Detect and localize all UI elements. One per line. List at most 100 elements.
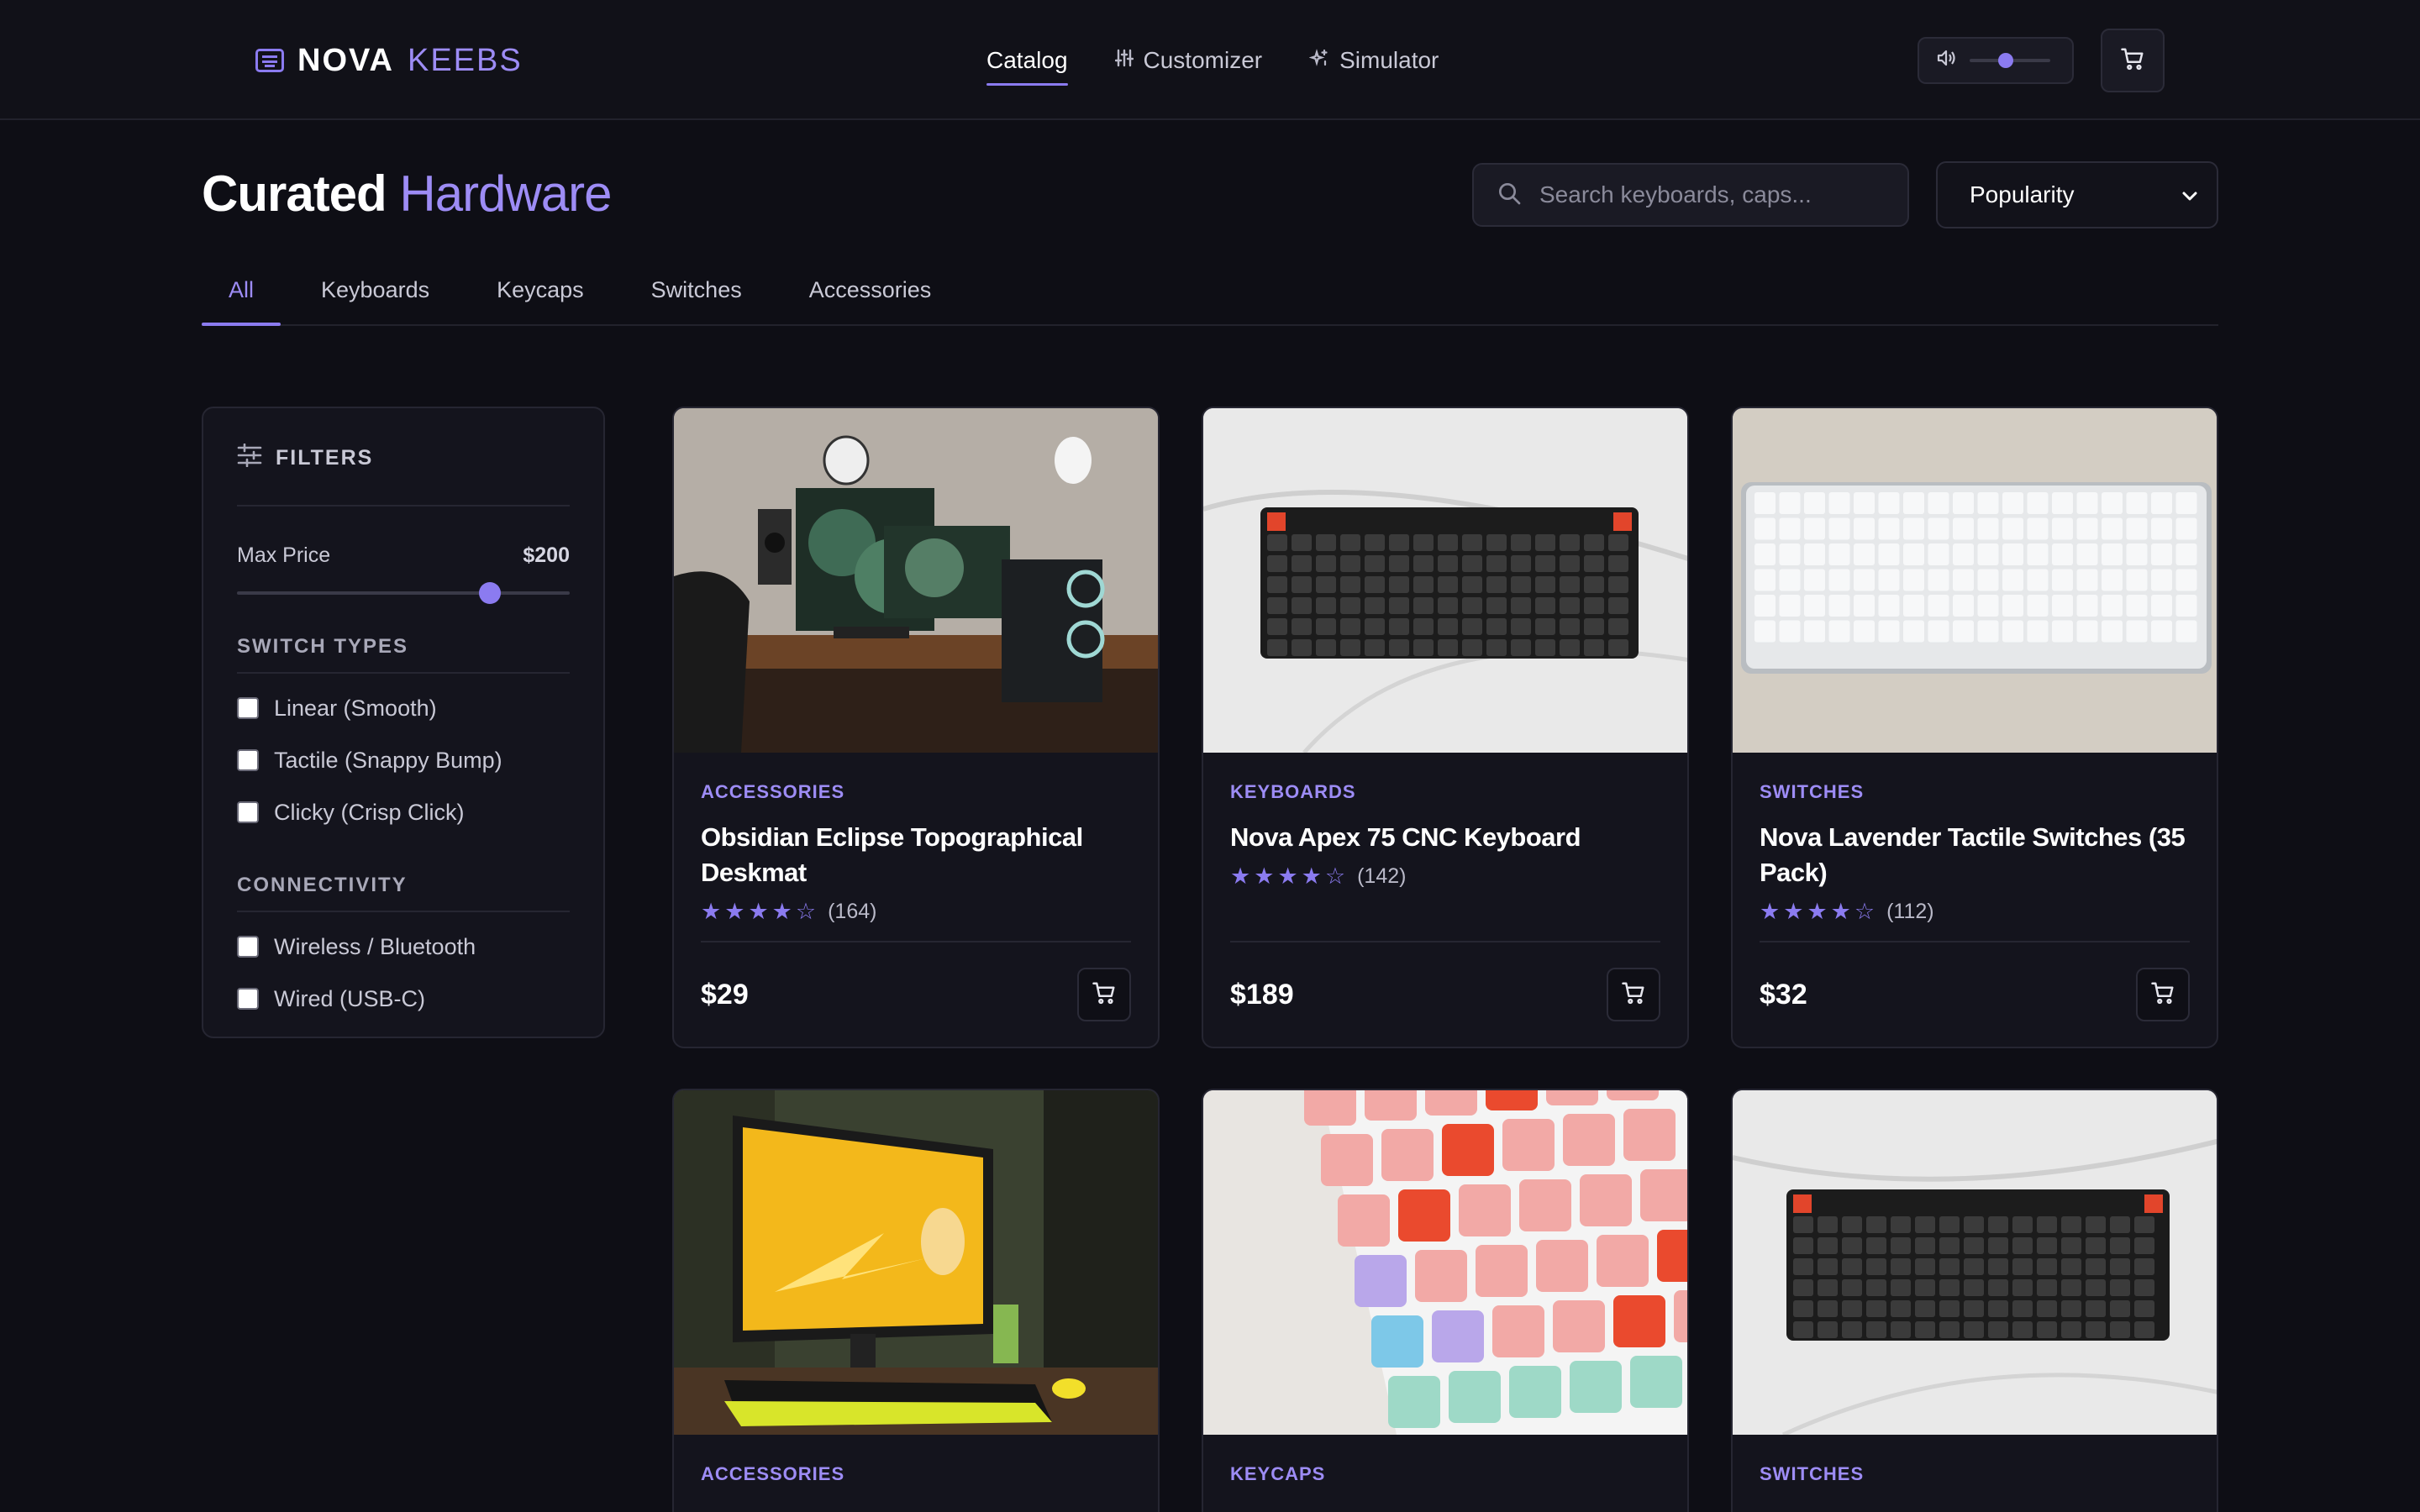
keycap-shape bbox=[2037, 1258, 2057, 1275]
keycap-shape bbox=[1818, 1258, 1838, 1275]
keycap-shape bbox=[1854, 517, 1875, 540]
product-image[interactable] bbox=[1203, 1090, 1687, 1435]
keycap-shape bbox=[1964, 1216, 1984, 1233]
checkbox[interactable] bbox=[237, 801, 259, 823]
nav-customizer-label: Customizer bbox=[1143, 47, 1263, 73]
filter-wired[interactable]: Wired (USB-C) bbox=[237, 973, 570, 1025]
keycap-shape bbox=[1878, 595, 1900, 617]
cart-button[interactable] bbox=[2101, 29, 2165, 92]
keycap-shape bbox=[1560, 534, 1580, 551]
nav-simulator[interactable]: Simulator bbox=[1308, 40, 1439, 81]
max-price-slider-thumb[interactable] bbox=[478, 582, 501, 604]
main-nav: Catalog Customizer Simulator bbox=[986, 40, 1439, 86]
keycap-shape bbox=[1486, 618, 1507, 635]
tab-all[interactable]: All bbox=[202, 267, 281, 326]
keycap-shape bbox=[1953, 517, 1974, 540]
keycap-shape bbox=[1340, 597, 1360, 614]
keycap-shape bbox=[2175, 569, 2197, 591]
brand-logo[interactable]: NOVA KEEBS bbox=[255, 40, 523, 81]
keycap-shape bbox=[1818, 1279, 1838, 1296]
keycap-shape bbox=[1365, 639, 1385, 656]
keycap-shape bbox=[1584, 639, 1604, 656]
nav-catalog[interactable]: Catalog bbox=[986, 40, 1068, 86]
product-card[interactable]: ACCESSORIES Obsidian Eclipse Topographic… bbox=[672, 407, 1160, 1048]
keycap-shape bbox=[1964, 1258, 1984, 1275]
search-box[interactable] bbox=[1472, 163, 1909, 227]
product-image[interactable] bbox=[1733, 1090, 2217, 1435]
product-image[interactable] bbox=[674, 1090, 1158, 1435]
keycap-shape bbox=[2002, 517, 2023, 540]
product-card[interactable]: ACCESSORIES bbox=[672, 1089, 1160, 1512]
product-footer: $32 bbox=[1760, 941, 2190, 1047]
checkbox[interactable] bbox=[237, 749, 259, 771]
keycap-shape bbox=[2175, 595, 2197, 617]
star-empty-icon: ☆ bbox=[1854, 899, 1876, 924]
checkbox[interactable] bbox=[237, 697, 259, 719]
volume-slider[interactable] bbox=[1970, 53, 2050, 68]
filter-linear[interactable]: Linear (Smooth) bbox=[237, 682, 570, 734]
tab-keyboards[interactable]: Keyboards bbox=[294, 267, 456, 318]
tab-switches[interactable]: Switches bbox=[624, 267, 769, 318]
page-title-accent: Hardware bbox=[399, 165, 612, 222]
keycap-shape bbox=[2061, 1279, 2081, 1296]
keycap-shape bbox=[2037, 1321, 2057, 1338]
keycap-shape bbox=[1462, 555, 1482, 572]
add-to-cart-button[interactable] bbox=[2136, 968, 2190, 1021]
product-name[interactable]: Nova Lavender Tactile Switches (35 Pack) bbox=[1760, 820, 2190, 890]
product-card[interactable]: SWITCHES Nova Lavender Tactile Switches … bbox=[1731, 407, 2218, 1048]
sound-volume-control[interactable] bbox=[1918, 37, 2074, 84]
keycap-shape bbox=[1953, 492, 1974, 514]
keycap-shape bbox=[1939, 1237, 1960, 1254]
keycap-shape bbox=[1793, 1279, 1813, 1296]
keycap-shape bbox=[1674, 1290, 1687, 1342]
keycap-shape bbox=[2061, 1258, 2081, 1275]
keycap-shape bbox=[1486, 639, 1507, 656]
filter-clicky[interactable]: Clicky (Crisp Click) bbox=[237, 786, 570, 838]
keycap-shape bbox=[2134, 1216, 2154, 1233]
keycap-shape bbox=[1866, 1300, 1886, 1317]
product-name[interactable]: Nova Apex 75 CNC Keyboard bbox=[1230, 820, 1660, 855]
tab-accessories[interactable]: Accessories bbox=[782, 267, 959, 318]
product-name[interactable]: Obsidian Eclipse Topographical Deskmat bbox=[701, 820, 1131, 890]
keycap-shape bbox=[2102, 492, 2123, 514]
keycap-shape bbox=[1793, 1216, 1813, 1233]
keycap-shape bbox=[1953, 620, 1974, 643]
sliders-icon bbox=[1114, 48, 1134, 73]
keycap-shape bbox=[1509, 1366, 1561, 1418]
keycap-shape bbox=[1438, 639, 1458, 656]
star-empty-icon: ☆ bbox=[795, 899, 817, 924]
keycap-shape bbox=[2061, 1216, 2081, 1233]
keycap-shape bbox=[1304, 1090, 1356, 1126]
max-price-slider[interactable] bbox=[237, 582, 570, 604]
keycap-shape bbox=[1492, 1305, 1544, 1357]
keycap-shape bbox=[1842, 1258, 1862, 1275]
product-rating: ★ ★ ★ ★ ☆ (164) bbox=[701, 899, 1131, 925]
add-to-cart-button[interactable] bbox=[1077, 968, 1131, 1021]
product-image[interactable] bbox=[1203, 408, 1687, 753]
filter-tactile[interactable]: Tactile (Snappy Bump) bbox=[237, 734, 570, 786]
keycap-shape bbox=[1381, 1129, 1434, 1181]
product-card[interactable]: KEYBOARDS Nova Apex 75 CNC Keyboard ★ ★ … bbox=[1202, 407, 1689, 1048]
keycap-shape bbox=[1915, 1237, 1935, 1254]
filter-wireless[interactable]: Wireless / Bluetooth bbox=[237, 921, 570, 973]
keycap-shape bbox=[1267, 618, 1287, 635]
nav-customizer[interactable]: Customizer bbox=[1114, 40, 1263, 81]
keycap-shape bbox=[1584, 534, 1604, 551]
keycap-shape bbox=[2151, 595, 2172, 617]
search-input[interactable] bbox=[1539, 181, 1892, 208]
sort-select[interactable]: Popularity bbox=[1936, 161, 2218, 228]
keycap-shape bbox=[1928, 620, 1949, 643]
checkbox[interactable] bbox=[237, 936, 259, 958]
volume-slider-thumb[interactable] bbox=[1998, 53, 2014, 68]
keycap-shape bbox=[1560, 597, 1580, 614]
tab-keycaps[interactable]: Keycaps bbox=[470, 267, 611, 318]
keycap-shape bbox=[1608, 597, 1628, 614]
product-card[interactable]: KEYCAPS bbox=[1202, 1089, 1689, 1512]
star-filled-icon: ★ bbox=[748, 899, 769, 924]
product-card[interactable]: SWITCHES bbox=[1731, 1089, 2218, 1512]
keycap-shape bbox=[2134, 1321, 2154, 1338]
add-to-cart-button[interactable] bbox=[1607, 968, 1660, 1021]
product-image[interactable] bbox=[1733, 408, 2217, 753]
checkbox[interactable] bbox=[237, 988, 259, 1010]
product-image[interactable] bbox=[674, 408, 1158, 753]
